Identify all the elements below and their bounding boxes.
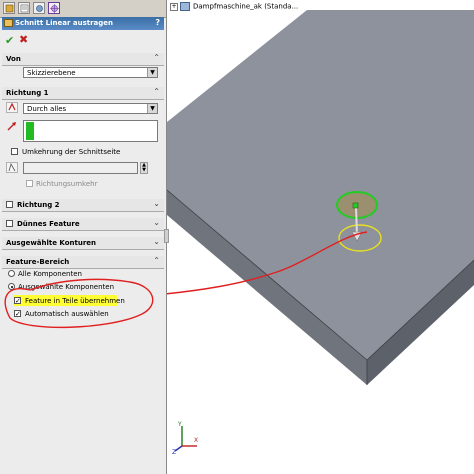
z-axis-label: Z xyxy=(172,449,176,456)
part-name: Dampfmaschine_ak (Standa... xyxy=(193,2,299,11)
drag-handle[interactable] xyxy=(352,202,359,209)
part-icon xyxy=(180,2,190,11)
orientation-triad: Y X Z xyxy=(172,421,198,456)
graphics-viewport[interactable] xyxy=(167,0,474,474)
y-axis-label: Y xyxy=(177,421,182,428)
x-axis-label: X xyxy=(194,437,198,444)
direction-arrow[interactable] xyxy=(355,206,358,237)
panel-splitter-grip[interactable] xyxy=(164,229,169,243)
property-manager: Schnitt Linear austragen ? ✔ ✖ Von ⌃ Ski… xyxy=(0,0,167,474)
expand-icon[interactable]: + xyxy=(170,2,178,11)
feature-tree-flyout[interactable]: + Dampfmaschine_ak (Standa... xyxy=(170,2,298,11)
annotation-ellipse xyxy=(4,278,154,329)
model-view xyxy=(167,10,474,385)
